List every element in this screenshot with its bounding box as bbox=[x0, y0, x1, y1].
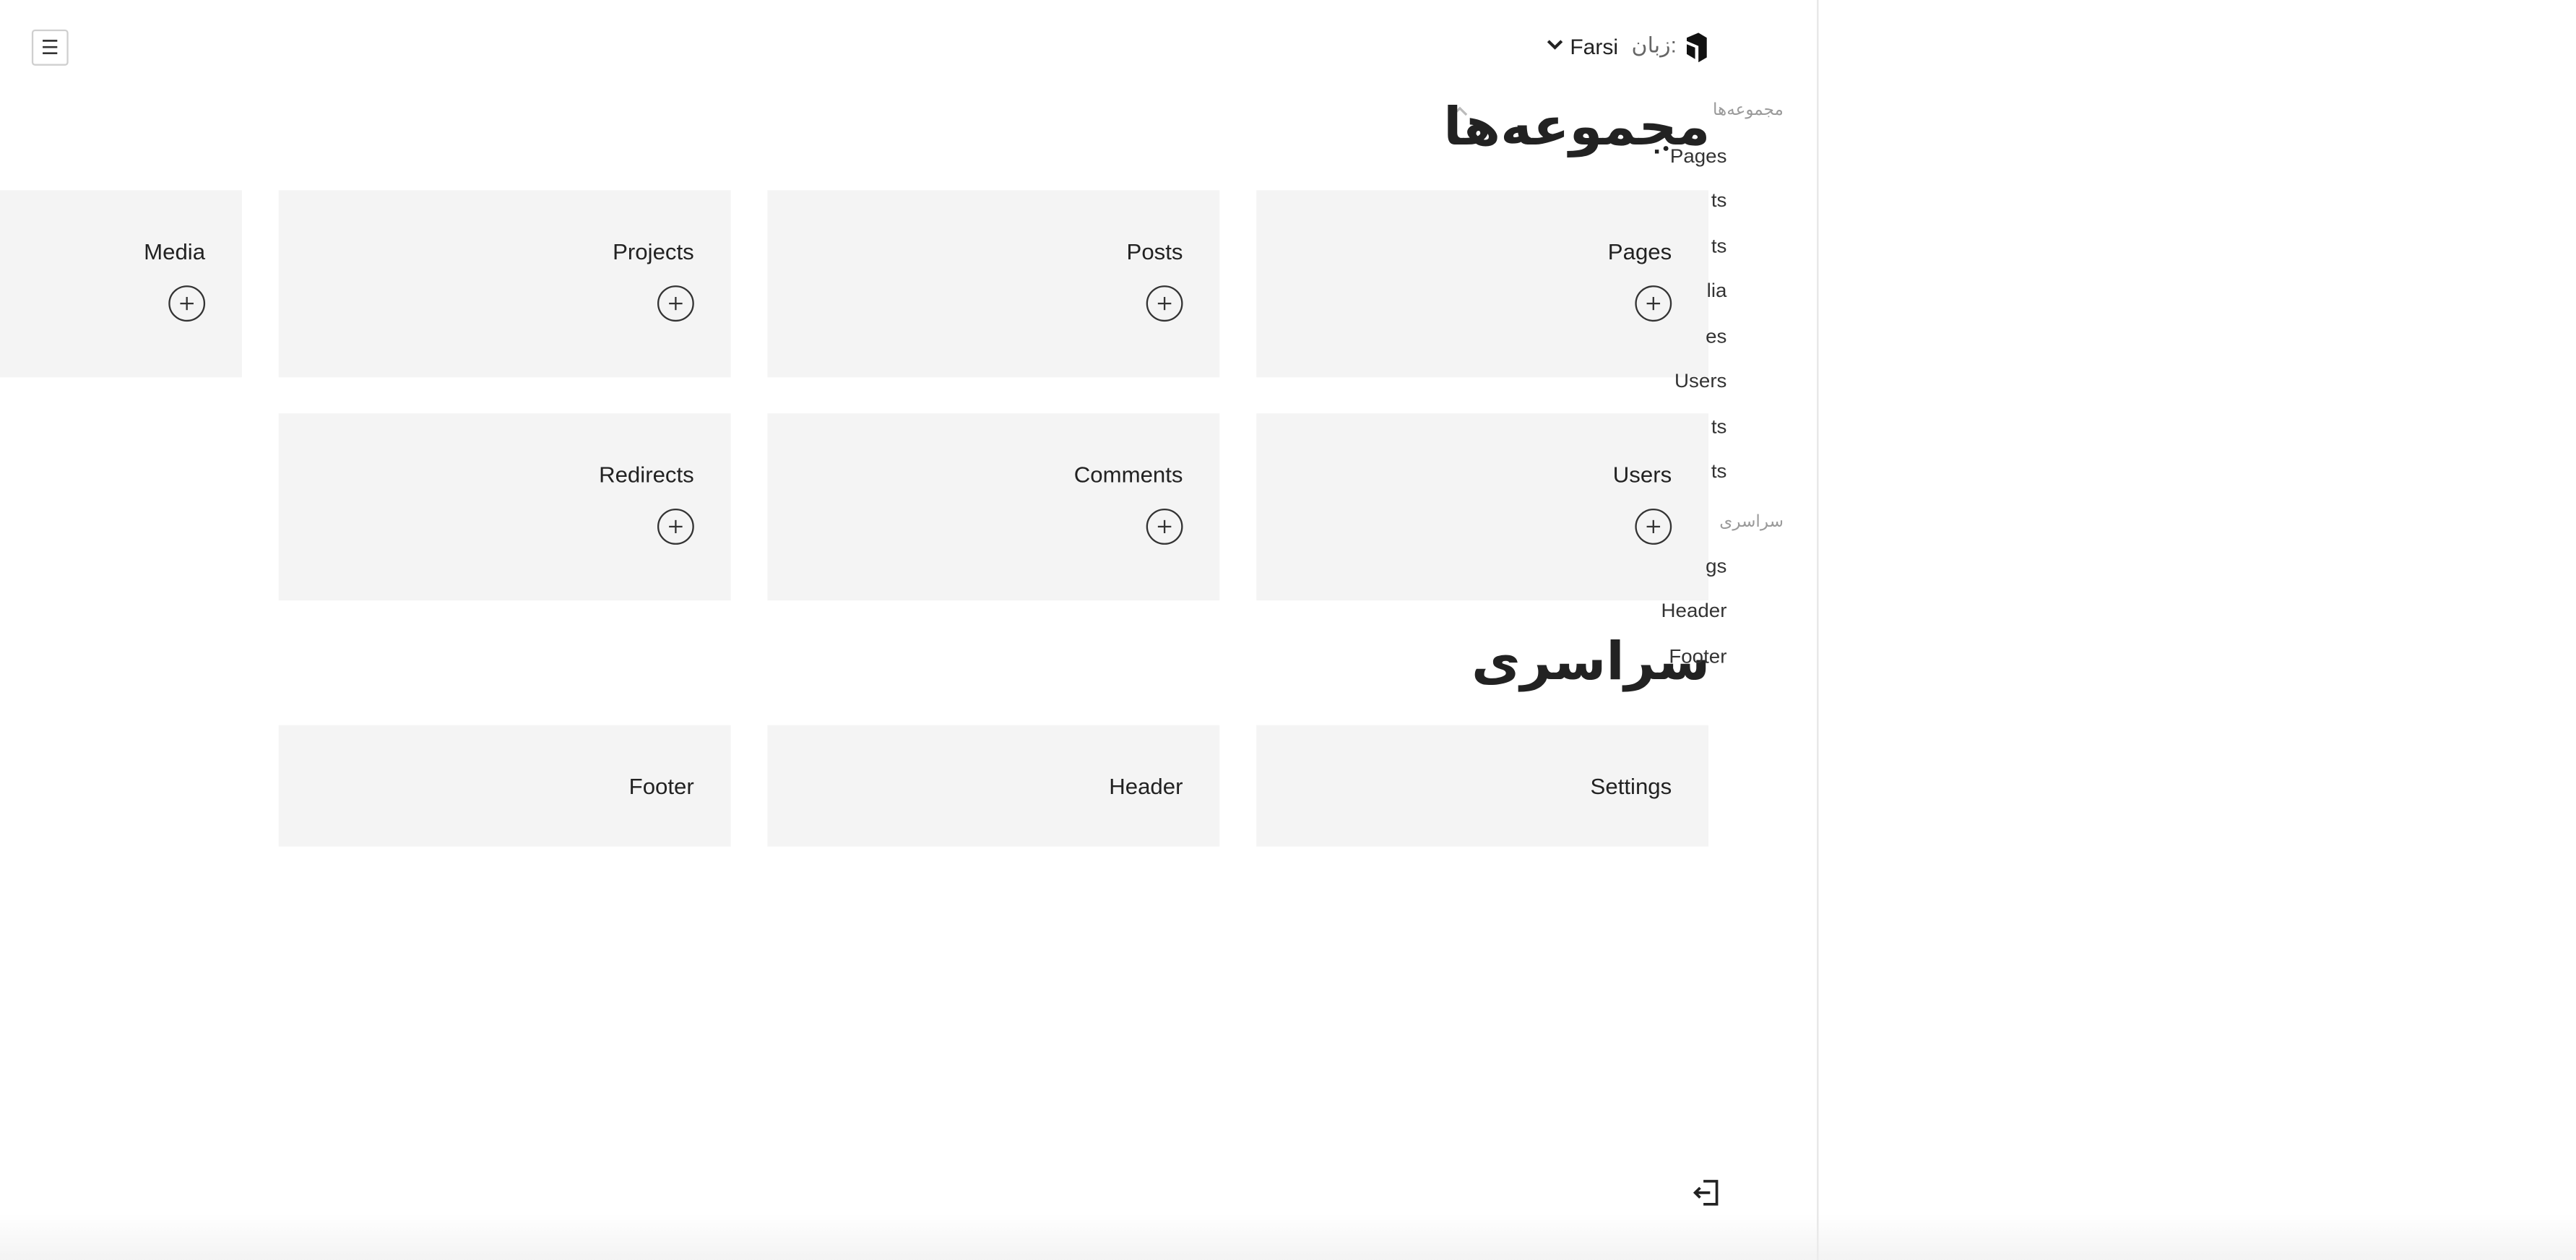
sidebar-item-posts[interactable]: ts bbox=[1711, 189, 1727, 212]
language-value: Farsi bbox=[1570, 33, 1619, 59]
plus-icon[interactable] bbox=[168, 285, 206, 322]
right-pane bbox=[1817, 0, 2576, 1260]
sidebar-item-header[interactable]: Header bbox=[1661, 599, 1727, 622]
plus-icon[interactable] bbox=[1146, 508, 1183, 545]
global-card-label: Footer bbox=[628, 774, 694, 799]
sidebar-item-projects[interactable]: ts bbox=[1711, 235, 1727, 258]
sidebar-item-settings[interactable]: gs bbox=[1706, 555, 1726, 578]
plus-icon[interactable] bbox=[657, 285, 694, 322]
collection-card-redirects[interactable]: Redirects bbox=[278, 413, 731, 601]
collection-card-label: Users bbox=[1612, 462, 1672, 488]
collection-card-label: Media bbox=[144, 239, 206, 264]
collection-card-label: Posts bbox=[1126, 239, 1183, 264]
sidebar-item-redirects[interactable]: ts bbox=[1711, 459, 1727, 483]
language-label: زبان: bbox=[1631, 33, 1677, 58]
global-card-settings[interactable]: Settings bbox=[1256, 725, 1709, 847]
collection-card-comments[interactable]: Comments bbox=[767, 413, 1220, 601]
logo-icon[interactable] bbox=[1682, 33, 1712, 63]
plus-icon[interactable] bbox=[1635, 508, 1672, 545]
sidebar-item-pages[interactable]: Pages bbox=[1663, 144, 1726, 168]
hamburger-icon: ☰ bbox=[40, 35, 59, 59]
global-card-label: Header bbox=[1109, 774, 1183, 799]
collection-card-label: Comments bbox=[1073, 462, 1183, 488]
global-card-label: Settings bbox=[1590, 774, 1672, 799]
sidebar-collections-label: مجموعه‌ها bbox=[1712, 101, 1784, 120]
sidebar-item-media[interactable]: lia bbox=[1707, 279, 1727, 302]
sidebar-item-categories[interactable]: es bbox=[1706, 325, 1726, 348]
sidebar-item-comments[interactable]: ts bbox=[1711, 415, 1727, 439]
collection-card-projects[interactable]: Projects bbox=[278, 190, 731, 378]
collection-card-label: Pages bbox=[1607, 239, 1672, 264]
collection-card-label: Redirects bbox=[599, 462, 694, 488]
collection-card-label: Projects bbox=[613, 239, 694, 264]
collection-card-posts[interactable]: Posts bbox=[767, 190, 1220, 378]
sidebar-global-label: سراسری bbox=[1719, 513, 1784, 532]
menu-toggle-button[interactable]: ☰ bbox=[31, 29, 69, 66]
sidebar-item-footer[interactable]: Footer bbox=[1669, 644, 1726, 668]
logout-icon[interactable] bbox=[1692, 1178, 1722, 1207]
chevron-down-icon bbox=[1547, 37, 1563, 55]
plus-icon[interactable] bbox=[657, 508, 694, 545]
collection-card-users[interactable]: Users bbox=[1256, 413, 1709, 601]
sidebar-item-users[interactable]: Users bbox=[1674, 369, 1726, 392]
collection-card-media[interactable]: Media bbox=[0, 190, 242, 378]
language-selector[interactable]: Farsi زبان: bbox=[1547, 33, 1677, 59]
collection-card-pages[interactable]: Pages bbox=[1256, 190, 1709, 378]
admin-dashboard: ☰ Farsi زبان: مجموعه‌ها Pages Posts Proj… bbox=[0, 0, 2576, 1260]
global-card-footer[interactable]: Footer bbox=[278, 725, 731, 847]
bottom-fade bbox=[0, 1214, 2576, 1260]
plus-icon[interactable] bbox=[1635, 285, 1672, 322]
global-card-header[interactable]: Header bbox=[767, 725, 1220, 847]
plus-icon[interactable] bbox=[1146, 285, 1183, 322]
